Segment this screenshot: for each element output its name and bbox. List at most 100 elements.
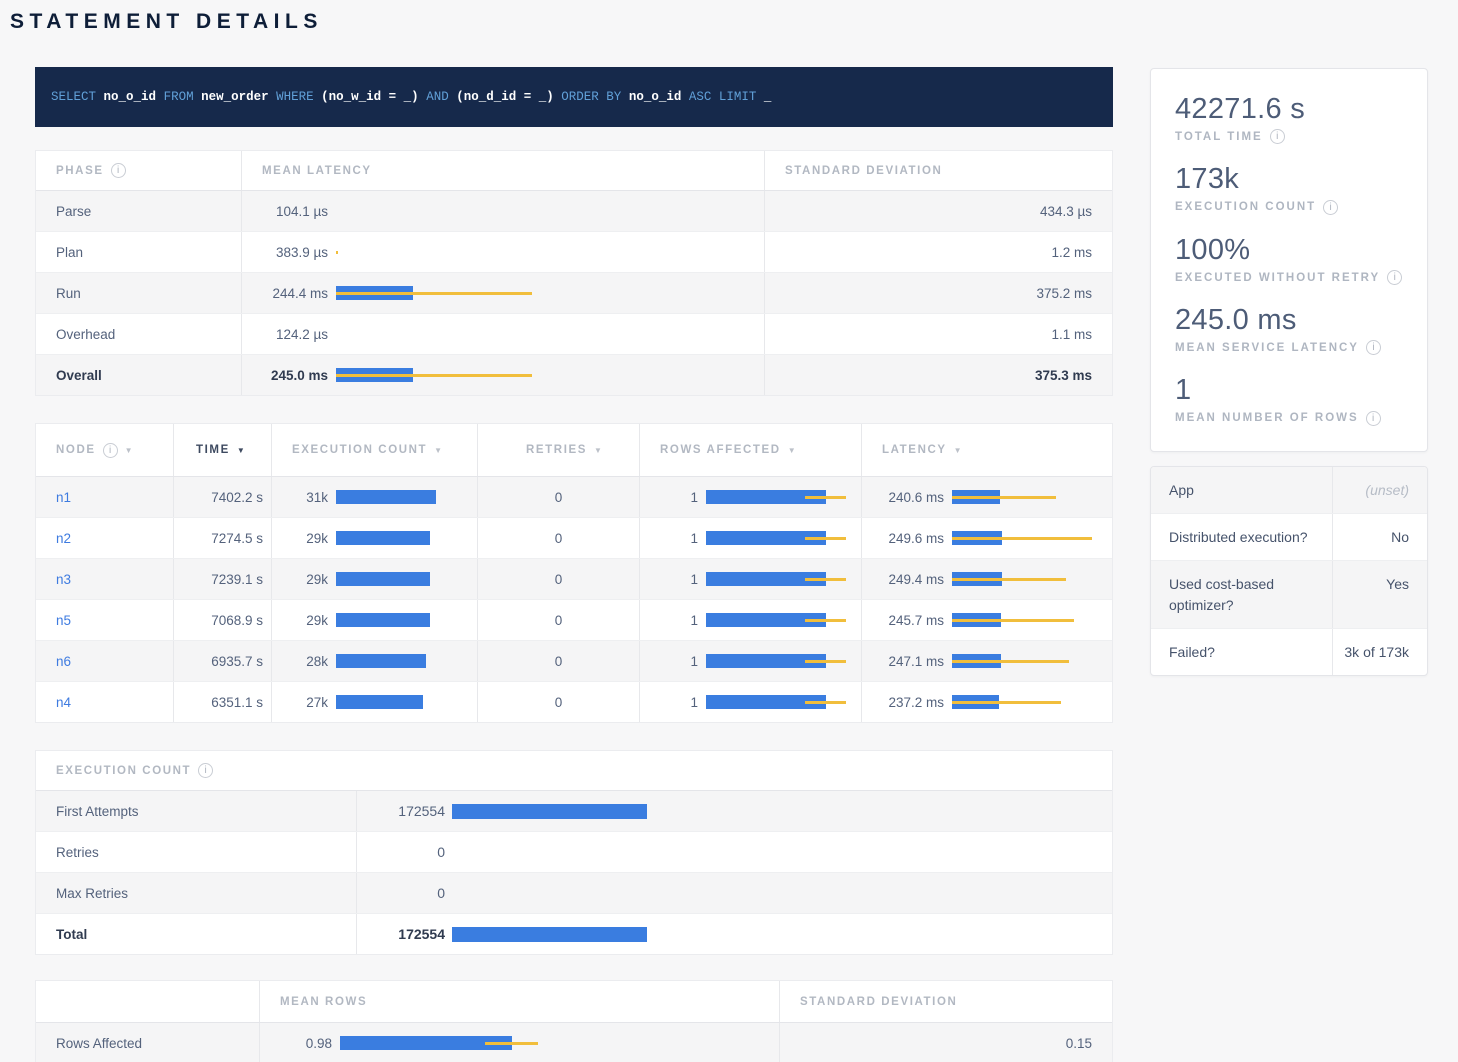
stat-value: 245.0 ms — [1175, 304, 1403, 337]
execution-count-row: Max Retries 0 — [36, 872, 1112, 913]
info-icon[interactable]: i — [198, 763, 213, 778]
sql-token: ORDER BY — [561, 90, 629, 104]
summary-sidebar: 42271.6 s TOTAL TIME i 173k EXECUTION CO… — [1150, 34, 1428, 676]
sql-token: no_o_id — [629, 90, 689, 104]
node-column-header[interactable]: NODE i ▼ — [36, 424, 173, 476]
execution-count-value: 0 — [357, 844, 445, 860]
stddev-line — [336, 374, 532, 377]
node-retries-value: 0 — [477, 518, 639, 558]
node-time-value: 7274.5 s — [173, 518, 271, 558]
node-link[interactable]: n3 — [56, 572, 71, 587]
execution-count-table-header: EXECUTION COUNT i — [36, 751, 1112, 791]
info-icon[interactable]: i — [1387, 270, 1402, 285]
node-retries-value: 0 — [477, 641, 639, 681]
std-deviation-value: 375.2 ms — [764, 273, 1112, 313]
exec-count-bar-chart — [336, 572, 436, 586]
node-time-value: 7402.2 s — [173, 477, 271, 517]
rows-affected-column-header[interactable]: ROWS AFFECTED ▼ — [639, 424, 861, 476]
stat-value: 173k — [1175, 163, 1403, 196]
mean-latency-value: 124.2 µs — [242, 327, 328, 342]
node-row: n6 6935.7 s 28k 0 1 — [36, 640, 1112, 681]
mean-latency-value: 383.9 µs — [242, 245, 328, 260]
stat-label: TOTAL TIME — [1175, 131, 1263, 143]
node-rows-affected-value: 1 — [648, 531, 698, 546]
execution-count-label: Retries — [36, 832, 356, 872]
time-column-header[interactable]: TIME ▼ — [173, 424, 271, 476]
node-exec-count-value: 28k — [272, 654, 328, 669]
summary-stat: 1 MEAN NUMBER OF ROWS i — [1175, 374, 1403, 425]
mean-latency-column-header[interactable]: MEAN LATENCY — [241, 151, 764, 190]
stat-label: EXECUTED WITHOUT RETRY — [1175, 272, 1380, 284]
execution-count-label: First Attempts — [36, 791, 356, 831]
mean-bar — [336, 572, 430, 586]
std-deviation-value: 375.3 ms — [764, 355, 1112, 395]
node-row: n5 7068.9 s 29k 0 1 — [36, 599, 1112, 640]
summary-stat: 100% EXECUTED WITHOUT RETRY i — [1175, 234, 1403, 285]
sort-desc-icon: ▼ — [594, 446, 602, 455]
rows-affected-bar-chart — [706, 695, 846, 709]
info-icon[interactable]: i — [1323, 200, 1338, 215]
node-row: n4 6351.1 s 27k 0 1 — [36, 681, 1112, 722]
node-exec-count-value: 29k — [272, 613, 328, 628]
node-row: n3 7239.1 s 29k 0 1 — [36, 558, 1112, 599]
latency-bar-chart — [336, 327, 532, 341]
summary-stats-card: 42271.6 s TOTAL TIME i 173k EXECUTION CO… — [1150, 68, 1428, 452]
phase-label: Plan — [36, 232, 241, 272]
info-icon[interactable]: i — [1270, 129, 1285, 144]
info-icon[interactable]: i — [103, 443, 118, 458]
phase-table-body: Parse 104.1 µs 434.3 µs Plan — [36, 191, 1112, 395]
node-link[interactable]: n6 — [56, 654, 71, 669]
node-link[interactable]: n5 — [56, 613, 71, 628]
execution-count-label: Total — [36, 914, 356, 954]
stddev-line — [952, 619, 1074, 622]
node-rows-affected-value: 1 — [648, 695, 698, 710]
stddev-line — [336, 251, 338, 254]
info-icon[interactable]: i — [1366, 340, 1381, 355]
detail-value: 3k of 173k — [1333, 629, 1427, 675]
stddev-line — [952, 578, 1066, 581]
latency-bar-chart — [952, 613, 1102, 627]
latency-column-header[interactable]: LATENCY ▼ — [861, 424, 1112, 476]
stddev-line — [952, 496, 1056, 499]
exec-count-bar-chart — [336, 695, 436, 709]
phase-label: Overhead — [36, 314, 241, 354]
node-time-value: 6935.7 s — [173, 641, 271, 681]
mean-bar — [336, 654, 426, 668]
page-title: STATEMENT DETAILS — [10, 10, 1458, 34]
mean-rows-value: 0.98 — [260, 1036, 332, 1051]
sql-token: new_order — [201, 90, 276, 104]
phase-column-header[interactable]: PHASE i — [36, 151, 241, 190]
latency-bar-chart — [336, 245, 532, 259]
node-link[interactable]: n1 — [56, 490, 71, 505]
execution-count-value: 172554 — [357, 803, 445, 819]
phase-row: Parse 104.1 µs 434.3 µs — [36, 191, 1112, 231]
node-latency-value: 240.6 ms — [862, 490, 944, 505]
phase-table-header: PHASE i MEAN LATENCY STANDARD DEVIATION — [36, 151, 1112, 191]
rows-affected-label: Rows Affected — [36, 1023, 259, 1062]
node-latency-value: 245.7 ms — [862, 613, 944, 628]
sql-token: no_o_id — [104, 90, 164, 104]
count-bar-chart — [452, 845, 647, 860]
blank-column-header — [36, 981, 259, 1022]
info-icon[interactable]: i — [1366, 411, 1381, 426]
latency-bar-chart — [952, 572, 1102, 586]
detail-row: Failed? 3k of 173k — [1151, 628, 1427, 675]
count-bar-chart — [452, 886, 647, 901]
execution-count-header-label: EXECUTION COUNT i — [36, 751, 213, 790]
std-deviation-value: 0.15 — [779, 1023, 1112, 1062]
detail-row: Used cost-based optimizer? Yes — [1151, 560, 1427, 628]
mean-latency-value: 245.0 ms — [242, 368, 328, 383]
retries-column-header[interactable]: RETRIES ▼ — [477, 424, 639, 476]
node-link[interactable]: n2 — [56, 531, 71, 546]
std-deviation-value: 434.3 µs — [764, 191, 1112, 231]
execution-count-column-header[interactable]: EXECUTION COUNT ▼ — [271, 424, 477, 476]
detail-value: (unset) — [1333, 467, 1427, 513]
std-deviation-column-header[interactable]: STANDARD DEVIATION — [764, 151, 1112, 190]
mean-bar — [336, 490, 436, 504]
sql-token: WHERE — [276, 90, 321, 104]
node-link[interactable]: n4 — [56, 695, 71, 710]
execution-count-table: EXECUTION COUNT i First Attempts 172554 — [35, 750, 1113, 955]
info-icon[interactable]: i — [111, 163, 126, 178]
node-retries-value: 0 — [477, 600, 639, 640]
sort-desc-icon: ▼ — [954, 446, 962, 455]
